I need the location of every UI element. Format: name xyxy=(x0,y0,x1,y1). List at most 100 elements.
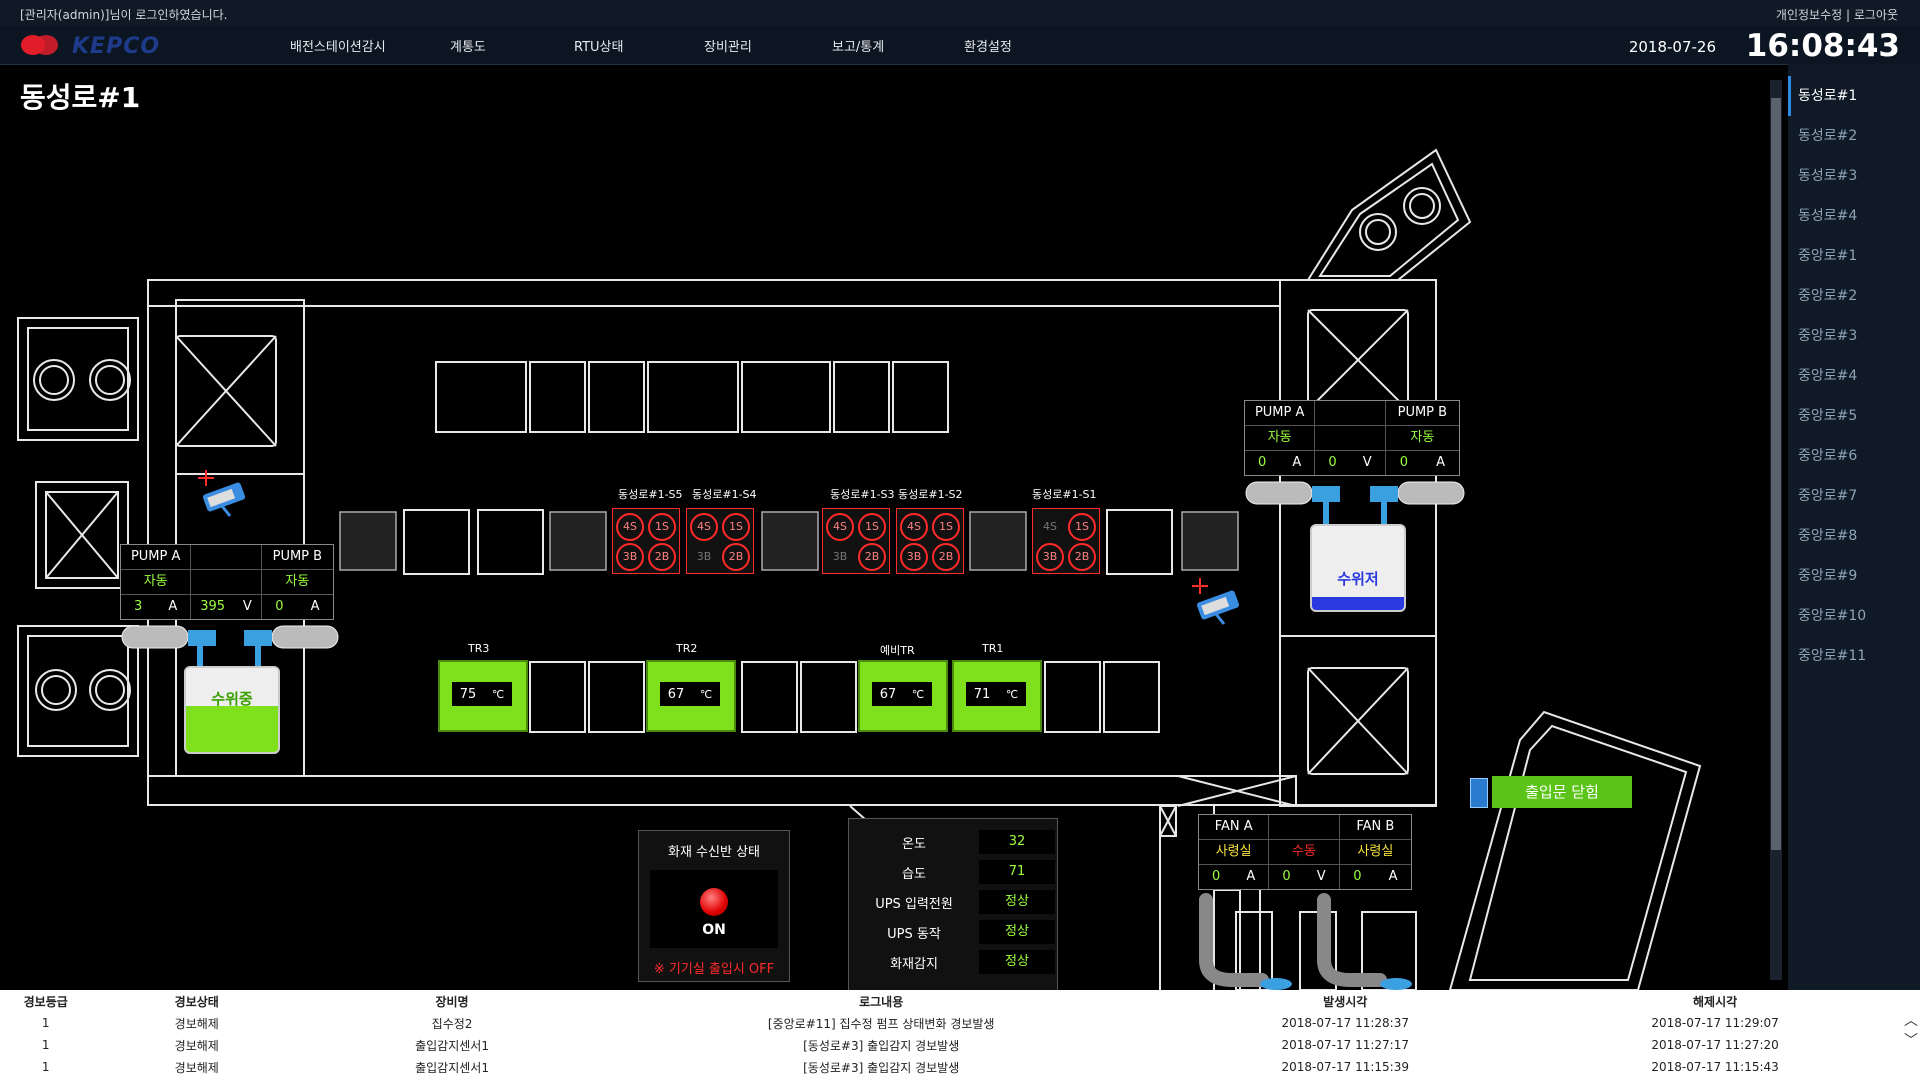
switchgear-unit[interactable]: 4S 1S 3B 2B xyxy=(686,508,754,574)
sidebar-item-station[interactable]: 중앙로#6 xyxy=(1788,436,1920,476)
breaker-s2-icon: 2B xyxy=(858,543,886,571)
env-row: UPS 동작 정상 xyxy=(849,917,1057,947)
header-log: 로그내용 xyxy=(859,994,904,1009)
cell-end: 2018-07-17 11:15:43 xyxy=(1651,1060,1779,1074)
breaker-s4-icon: 4S xyxy=(690,513,718,541)
unit-a: A xyxy=(1246,869,1256,884)
cell-state: 경보해제 xyxy=(174,1016,219,1031)
menu-report[interactable]: 보고/통계 xyxy=(832,36,884,55)
door-status[interactable]: 출입문 닫힘 xyxy=(1492,776,1632,808)
fire-state: ON xyxy=(702,922,726,938)
breaker-s2-icon: 2B xyxy=(648,543,676,571)
sidebar-item-station[interactable]: 중앙로#7 xyxy=(1788,476,1920,516)
menu-rtu-status[interactable]: RTU상태 xyxy=(574,36,623,55)
transformer-unit[interactable]: 71 ℃ xyxy=(952,660,1042,732)
sidebar-item-station[interactable]: 동성로#3 xyxy=(1788,156,1920,196)
fan-mid-mode: 수동 xyxy=(1269,840,1340,864)
tank-label: 수위중 xyxy=(211,690,253,708)
temp-unit: ℃ xyxy=(1005,687,1019,701)
sidebar-item-station[interactable]: 중앙로#8 xyxy=(1788,516,1920,556)
env-label: 온도 xyxy=(902,836,926,852)
sidebar-item-station[interactable]: 중앙로#5 xyxy=(1788,396,1920,436)
sidebar-item-station[interactable]: 동성로#4 xyxy=(1788,196,1920,236)
logo-text: KEPCO xyxy=(72,34,161,59)
switchgear-unit[interactable]: 4S 1S 3B 2B xyxy=(896,508,964,574)
pump-a-current: 0 xyxy=(1258,455,1267,470)
cell-start: 2018-07-17 11:27:17 xyxy=(1281,1038,1409,1052)
switchgear-unit[interactable]: 4S 1S 3B 2B xyxy=(822,508,890,574)
env-value: 정상 xyxy=(979,890,1055,914)
transformer-temp: 75 xyxy=(459,686,477,702)
transformer-temp: 67 xyxy=(667,686,685,702)
fan-b-current: 0 xyxy=(1353,869,1362,884)
menu-settings[interactable]: 환경설정 xyxy=(964,36,1012,55)
water-tank-right[interactable]: 수위저 xyxy=(1310,524,1406,612)
fan-a-mode: 사령실 xyxy=(1199,840,1270,864)
header-end: 해제시각 xyxy=(1692,994,1738,1009)
unit-a: A xyxy=(168,599,178,614)
breaker-s4-icon: 4S xyxy=(1043,520,1057,533)
unit-v: V xyxy=(1316,869,1326,884)
breaker-s4-icon: 4S xyxy=(616,513,644,541)
switchgear-unit[interactable]: 4S 1S 3B 2B xyxy=(1032,508,1100,574)
menu-station-monitor[interactable]: 배전스테이션감시 xyxy=(290,36,386,55)
sidebar-item-station[interactable]: 동성로#2 xyxy=(1788,116,1920,156)
transformer-unit[interactable]: 67 ℃ xyxy=(646,660,736,732)
breaker-s2-icon: 2B xyxy=(722,543,750,571)
cctv-camera-icon[interactable] xyxy=(196,466,256,518)
sidebar-item-station[interactable]: 중앙로#4 xyxy=(1788,356,1920,396)
pump-status-right: PUMP A PUMP B 자동 자동 0 A 0 V 0 A xyxy=(1244,400,1460,476)
sidebar-item-station[interactable]: 중앙로#1 xyxy=(1788,236,1920,276)
breaker-s3-icon: 3B xyxy=(696,550,712,563)
temp-unit: ℃ xyxy=(491,687,505,701)
top-bar: [관리자(admin)]님이 로그인하였습니다. 개인정보수정 | 로그아웃 xyxy=(0,0,1920,26)
environment-panel: 온도 32 습도 71 UPS 입력전원 정상 UPS 동작 정상 화재감지 정상 xyxy=(848,818,1058,1000)
sidebar-item-station[interactable]: 동성로#1 xyxy=(1788,76,1920,116)
pump-b-current: 0 xyxy=(275,599,284,614)
sidebar-item-station[interactable]: 중앙로#9 xyxy=(1788,556,1920,596)
alarm-log-panel: 경보등급 경보상태 장비명 로그내용 발생시각 해제시각 1 경보해제 집수정2 [중… xyxy=(0,990,1920,1080)
pump-a-mode: 자동 xyxy=(1245,426,1316,450)
pump-b-mode: 자동 xyxy=(1410,430,1435,445)
main-navbar: KEPCO 배전스테이션감시 계통도 RTU상태 장비관리 보고/통계 환경설정… xyxy=(0,26,1920,65)
table-row[interactable]: 1 경보해제 출입감지센서1 [동성로#3] 출입감지 경보발생 2018-07-17 … xyxy=(0,1056,1900,1078)
alarm-scroll-arrows[interactable]: ︿ ﹀ xyxy=(1904,1010,1918,1050)
breaker-s2-icon: 2B xyxy=(932,543,960,571)
transformer-unit[interactable]: 67 ℃ xyxy=(858,660,948,732)
transformer-temp: 71 xyxy=(973,686,991,702)
switchgear-unit[interactable]: 4S 1S 3B 2B xyxy=(612,508,680,574)
env-row: 화재감지 정상 xyxy=(849,947,1057,977)
pump-voltage: 0 xyxy=(1328,455,1337,470)
env-label: UPS 동작 xyxy=(887,926,941,942)
breaker-s3-icon: 3B xyxy=(616,543,644,571)
alarm-log-table: 경보등급 경보상태 장비명 로그내용 발생시각 해제시각 1 경보해제 집수정2 [중… xyxy=(0,990,1900,1078)
breaker-s4-icon: 4S xyxy=(826,513,854,541)
sidebar-item-station[interactable]: 중앙로#2 xyxy=(1788,276,1920,316)
breaker-s1-icon: 1S xyxy=(648,513,676,541)
table-row[interactable]: 1 경보해제 집수정2 [중앙로#11] 집수정 펌프 상태변화 경보발생 2018-0… xyxy=(0,1012,1900,1034)
transformer-label: TR1 xyxy=(982,642,1004,655)
pump-a-label: PUMP A xyxy=(121,545,192,569)
switchgear-label: 동성로#1-S4 xyxy=(692,488,757,501)
account-links[interactable]: 개인정보수정 | 로그아웃 xyxy=(1776,6,1898,23)
water-tank-left[interactable]: 수위중 xyxy=(184,666,280,754)
menu-equipment[interactable]: 장비관리 xyxy=(704,36,752,55)
cell-grade: 1 xyxy=(41,1016,50,1030)
breaker-s1-icon: 1S xyxy=(1068,513,1096,541)
menu-single-line[interactable]: 계통도 xyxy=(450,36,486,55)
table-row[interactable]: 1 경보해제 출입감지센서1 [동성로#3] 출입감지 경보발생 2018-07-17 … xyxy=(0,1034,1900,1056)
cctv-camera-icon[interactable] xyxy=(1190,574,1250,626)
fire-panel-note: ※ 기기실 출입시 OFF xyxy=(653,962,775,977)
transformer-unit[interactable]: 75 ℃ xyxy=(438,660,528,732)
pump-a-label: PUMP A xyxy=(1245,401,1316,425)
header-grade: 경보등급 xyxy=(23,994,68,1009)
cell-device: 출입감지센서1 xyxy=(415,1060,489,1075)
kepco-logo[interactable]: KEPCO xyxy=(20,32,170,59)
header-start: 발생시각 xyxy=(1323,994,1368,1009)
breaker-s4-icon: 4S xyxy=(900,513,928,541)
sidebar-item-station[interactable]: 중앙로#3 xyxy=(1788,316,1920,356)
sidebar-item-station[interactable]: 중앙로#10 xyxy=(1788,596,1920,636)
env-value: 정상 xyxy=(979,920,1055,944)
sidebar-item-station[interactable]: 중앙로#11 xyxy=(1788,636,1920,676)
main-scrollbar-thumb[interactable] xyxy=(1771,98,1781,850)
